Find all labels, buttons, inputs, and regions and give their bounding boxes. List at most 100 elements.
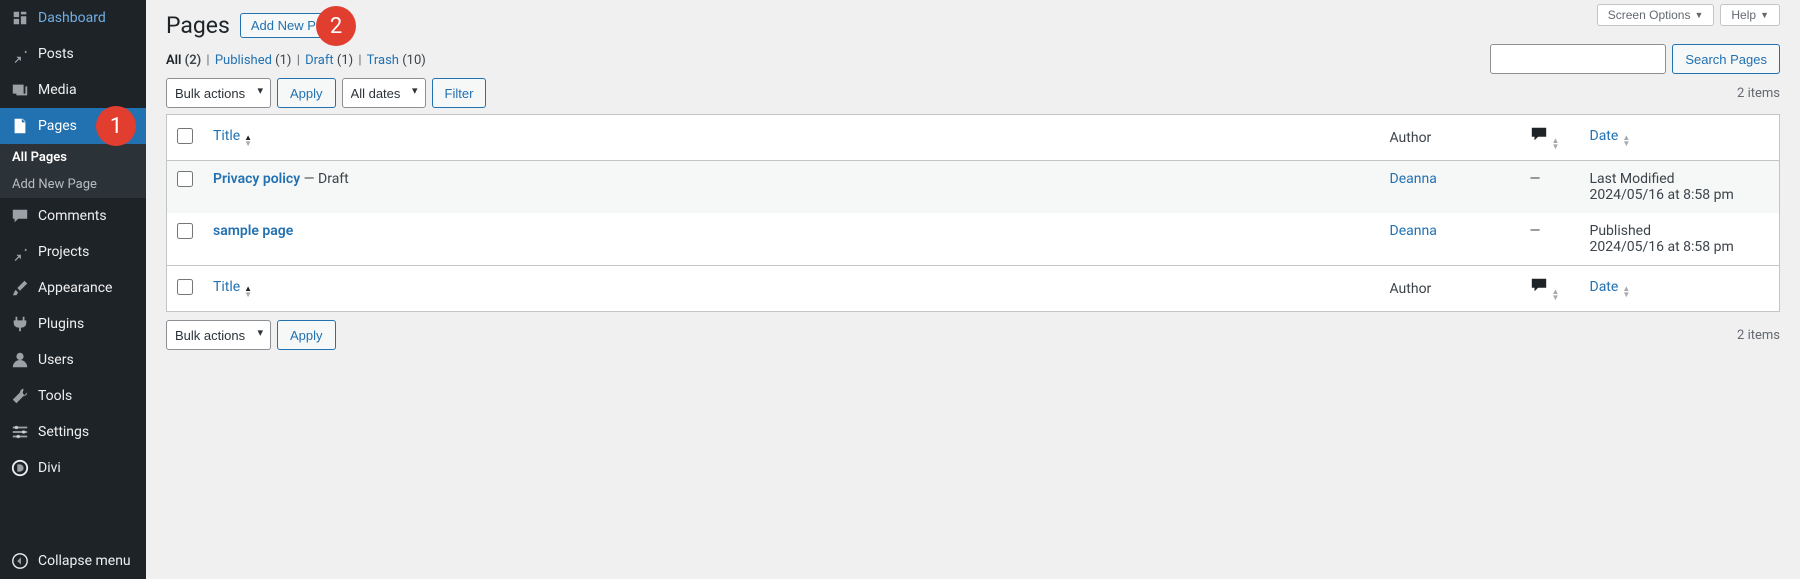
sidebar-item-label: Pages (38, 118, 77, 134)
filter-button[interactable]: Filter (432, 78, 487, 108)
settings-icon (10, 422, 30, 442)
select-all-top[interactable] (177, 128, 193, 144)
sidebar-item-plugins[interactable]: Plugins (0, 306, 146, 342)
admin-sidebar: Dashboard Posts Media Pages All Pages Ad… (0, 0, 146, 579)
sidebar-item-label: Media (38, 82, 77, 98)
filter-draft-label: Draft (305, 53, 334, 68)
tablenav-actions: Bulk actions Apply All dates Filter (166, 78, 486, 108)
comment-icon (1530, 131, 1548, 147)
main-content: 2 Screen Options ▼ Help ▼ Pages Add New … (146, 0, 1800, 579)
comment-icon (1530, 282, 1548, 298)
col-title-foot[interactable]: Title ▲▼ (203, 266, 1380, 312)
apply-button-bottom[interactable]: Apply (277, 320, 336, 350)
collapse-label: Collapse menu (38, 553, 131, 569)
top-tabs: Screen Options ▼ Help ▼ (1597, 4, 1780, 26)
chevron-down-icon: ▼ (1760, 10, 1769, 20)
col-date-label: Date (1590, 128, 1619, 144)
annotation-badge-1: 1 (96, 106, 136, 146)
comments-cell: — (1520, 161, 1580, 214)
col-comments-foot[interactable]: ▲▼ (1520, 266, 1580, 312)
bulk-actions-select[interactable]: Bulk actions (166, 78, 271, 108)
author-link[interactable]: Deanna (1390, 171, 1437, 187)
sidebar-item-comments[interactable]: Comments (0, 198, 146, 234)
sort-icon: ▲▼ (1552, 138, 1560, 150)
sort-icon: ▲▼ (244, 135, 252, 147)
plug-icon (10, 314, 30, 334)
col-author-label: Author (1390, 130, 1432, 146)
filter-trash-label: Trash (367, 53, 399, 68)
media-icon (10, 80, 30, 100)
sidebar-item-label: Users (38, 352, 74, 368)
col-date-foot[interactable]: Date▲▼ (1580, 266, 1780, 312)
page-header: Pages Add New Page (166, 12, 1780, 39)
sidebar-item-users[interactable]: Users (0, 342, 146, 378)
submenu-add-new-page[interactable]: Add New Page (0, 171, 146, 198)
collapse-menu[interactable]: Collapse menu (0, 543, 146, 579)
sidebar-item-divi[interactable]: Divi (0, 450, 146, 486)
col-comments[interactable]: ▲▼ (1520, 115, 1580, 161)
author-link[interactable]: Deanna (1390, 223, 1437, 239)
col-author-foot: Author (1380, 266, 1520, 312)
user-icon (10, 350, 30, 370)
sidebar-item-dashboard[interactable]: Dashboard (0, 0, 146, 36)
sidebar-item-label: Settings (38, 424, 89, 440)
filter-draft[interactable]: Draft (1) (305, 53, 353, 68)
date-status: Published (1590, 223, 1770, 239)
date-filter-select[interactable]: All dates (342, 78, 426, 108)
sort-icon: ▲▼ (1552, 289, 1560, 301)
help-tab[interactable]: Help ▼ (1720, 4, 1780, 26)
sidebar-submenu-pages: All Pages Add New Page (0, 144, 146, 198)
wrench-icon (10, 386, 30, 406)
bulk-actions-select-bottom[interactable]: Bulk actions (166, 320, 271, 350)
filter-published[interactable]: Published (1) (215, 53, 292, 68)
col-title[interactable]: Title▲▼ (203, 115, 1380, 161)
sidebar-item-appearance[interactable]: Appearance (0, 270, 146, 306)
submenu-all-pages[interactable]: All Pages (0, 144, 146, 171)
sidebar-item-posts[interactable]: Posts (0, 36, 146, 72)
separator: | (356, 53, 363, 68)
page-title: Pages (166, 12, 230, 39)
comment-icon (10, 206, 30, 226)
search-input[interactable] (1490, 44, 1666, 74)
page-title-link[interactable]: sample page (213, 223, 293, 239)
col-author: Author (1380, 115, 1520, 161)
filter-all[interactable]: All (2) (166, 53, 201, 68)
filter-trash[interactable]: Trash (10) (367, 53, 426, 68)
brush-icon (10, 278, 30, 298)
collapse-icon (10, 551, 30, 571)
sort-icon: ▲▼ (1622, 286, 1630, 298)
sidebar-item-projects[interactable]: Projects (0, 234, 146, 270)
select-all-bottom[interactable] (177, 279, 193, 295)
separator: | (204, 53, 211, 68)
comments-cell: — (1520, 213, 1580, 266)
filter-published-label: Published (215, 53, 272, 68)
sidebar-item-label: Plugins (38, 316, 84, 332)
items-count-top: 2 items (1737, 86, 1780, 101)
sidebar-item-tools[interactable]: Tools (0, 378, 146, 414)
divi-icon (10, 458, 30, 478)
filter-draft-count: (1) (337, 53, 353, 68)
sidebar-item-settings[interactable]: Settings (0, 414, 146, 450)
pin-icon (10, 44, 30, 64)
filter-all-label: All (166, 53, 181, 68)
sort-icon: ▲▼ (244, 286, 252, 298)
col-title-label: Title (213, 279, 240, 295)
col-date[interactable]: Date▲▼ (1580, 115, 1780, 161)
annotation-badge-2: 2 (316, 6, 356, 46)
chevron-down-icon: ▼ (1694, 10, 1703, 20)
items-count-bottom: 2 items (1737, 328, 1780, 343)
screen-options-label: Screen Options (1608, 8, 1691, 22)
page-status-suffix: — Draft (300, 171, 349, 187)
page-title-link[interactable]: Privacy policy (213, 171, 300, 187)
row-checkbox[interactable] (177, 171, 193, 187)
screen-options-tab[interactable]: Screen Options ▼ (1597, 4, 1715, 26)
row-checkbox[interactable] (177, 223, 193, 239)
page-icon (10, 116, 30, 136)
search-pages-button[interactable]: Search Pages (1672, 44, 1780, 74)
apply-button-top[interactable]: Apply (277, 78, 336, 108)
help-label: Help (1731, 8, 1756, 22)
sidebar-item-media[interactable]: Media (0, 72, 146, 108)
date-value: 2024/05/16 at 8:58 pm (1590, 239, 1770, 255)
date-status: Last Modified (1590, 171, 1770, 187)
filter-published-count: (1) (275, 53, 291, 68)
